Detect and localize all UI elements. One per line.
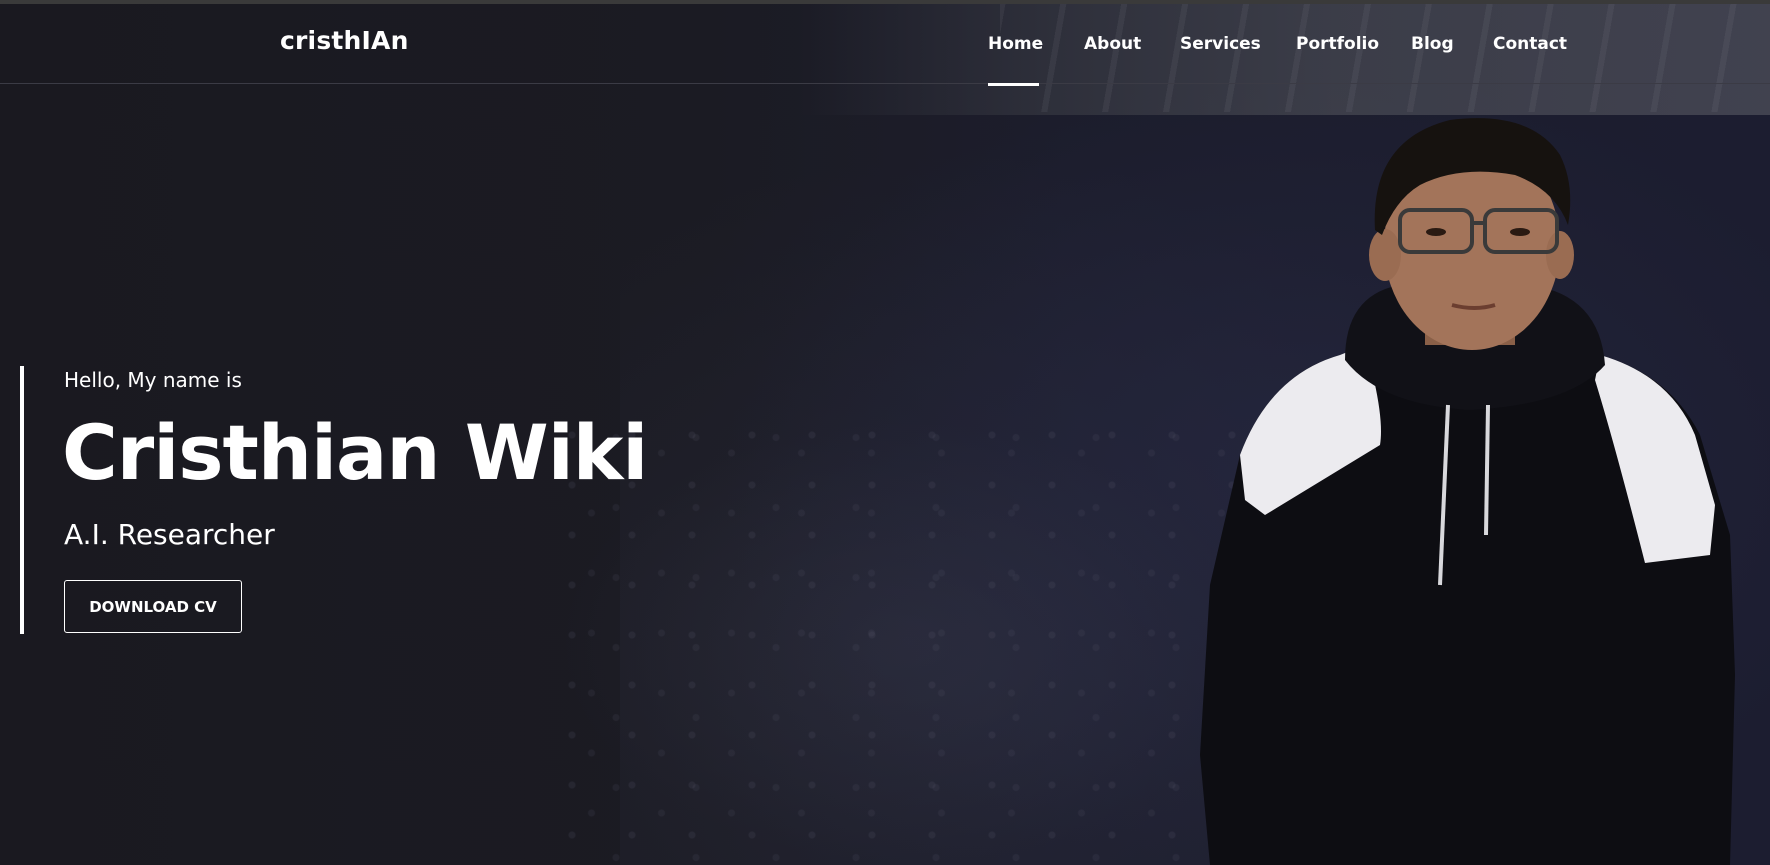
portrait-left-eye [1426,228,1446,236]
nav-item-blog[interactable]: Blog [1411,34,1454,54]
nav-active-indicator [988,83,1039,86]
portrait-right-eye [1510,228,1530,236]
portrait-image [1200,118,1735,865]
portrait-left-ear [1369,229,1401,281]
portrait-drawstring-right [1484,404,1490,536]
nav-item-services[interactable]: Services [1180,34,1261,54]
hero-name: Cristhian Wiki [62,408,648,497]
nav-item-about[interactable]: About [1084,34,1141,54]
background-plants [560,420,1260,865]
hero-greeting: Hello, My name is [64,368,242,392]
page: cristhIAn Home About Services Portfolio … [0,0,1770,865]
nav-item-portfolio[interactable]: Portfolio [1296,34,1379,54]
portrait-right-ear [1546,231,1574,279]
nav-item-contact[interactable]: Contact [1493,34,1567,54]
nav-item-home[interactable]: Home [988,34,1043,54]
hero-role: A.I. Researcher [64,518,275,551]
main-nav: Home About Services Portfolio Blog Conta… [0,4,1770,84]
download-cv-button[interactable]: DOWNLOAD CV [64,580,242,633]
site-header: cristhIAn Home About Services Portfolio … [0,4,1770,86]
hero-accent-bar [20,366,24,634]
